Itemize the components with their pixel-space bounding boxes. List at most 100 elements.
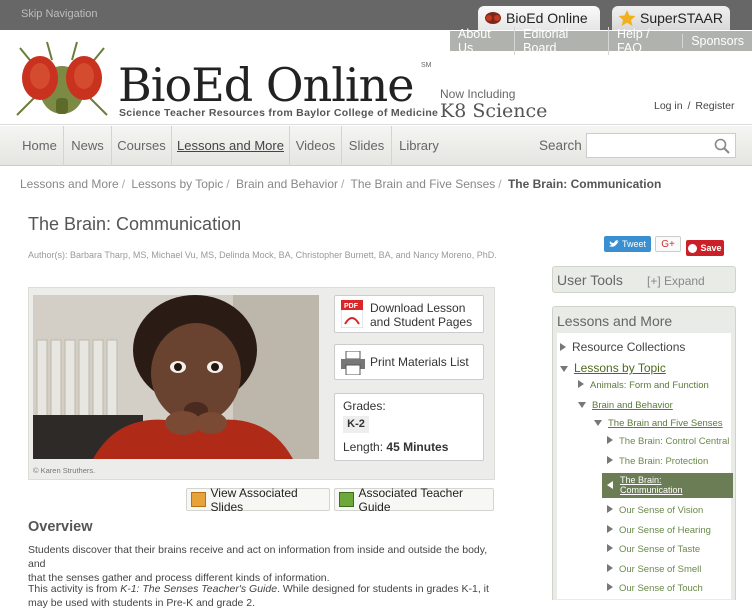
- overview-p2-pre: This activity is from: [28, 583, 121, 595]
- star-icon: [618, 10, 636, 26]
- grades-value: K-2: [343, 416, 369, 433]
- tree-item-vision[interactable]: Our Sense of Vision: [607, 505, 703, 516]
- nav-home[interactable]: Home: [16, 126, 64, 166]
- tree-item-hearing[interactable]: Our Sense of Hearing: [607, 525, 711, 536]
- brand-name[interactable]: BioEd Online: [118, 58, 414, 112]
- user-tools-heading: User Tools: [557, 272, 623, 288]
- user-tools-box: User Tools [+] Expand: [552, 266, 736, 293]
- tab-bioed-label: BioEd Online: [506, 10, 588, 26]
- skip-navigation-link[interactable]: Skip Navigation: [21, 8, 97, 20]
- arrow-left-icon: [607, 481, 613, 489]
- nav-lessons-and-more[interactable]: Lessons and More: [172, 126, 290, 166]
- tree-item-lessons-by-topic[interactable]: Lessons by Topic: [560, 361, 666, 375]
- tree-label: Brain and Behavior: [592, 400, 673, 411]
- tree-item-smell[interactable]: Our Sense of Smell: [607, 564, 701, 575]
- download-lesson-line2: and Student Pages: [370, 315, 473, 329]
- arrow-right-icon: [578, 380, 584, 388]
- register-link[interactable]: Register: [695, 100, 734, 112]
- fly-logo-icon[interactable]: [12, 40, 112, 120]
- arrow-down-icon: [578, 402, 586, 408]
- tree-item-brain-five-senses[interactable]: The Brain and Five Senses: [594, 418, 723, 429]
- overview-paragraph-2: This activity is from K-1: The Senses Te…: [28, 582, 498, 610]
- pinterest-save-button[interactable]: Save: [686, 240, 724, 256]
- now-including-label: Now Including: [440, 87, 516, 101]
- arrow-right-icon: [607, 505, 613, 513]
- slides-icon: [191, 492, 206, 507]
- search-label: Search: [539, 138, 582, 153]
- grades-label: Grades:: [343, 399, 386, 413]
- tab-superstaar-label: SuperSTAAR: [640, 10, 723, 26]
- fly-icon: [484, 10, 502, 26]
- brand-tagline: Science Teacher Resources from Baylor Co…: [119, 107, 439, 119]
- view-slides-label: View Associated Slides: [210, 485, 298, 514]
- tree-item-control-central[interactable]: The Brain: Control Central: [607, 436, 729, 447]
- overview-p2-post: . While designed for students in grades …: [277, 583, 489, 595]
- length-label: Length:: [343, 440, 384, 454]
- teacher-guide-button[interactable]: Associated Teacher Guide: [334, 486, 494, 514]
- download-lesson-button[interactable]: PDF Download Lesson and Student Pages: [334, 295, 484, 333]
- about-us-link[interactable]: About Us: [450, 27, 514, 55]
- overview-p2-line2: may be used with students in Pre-K and g…: [28, 597, 256, 609]
- print-materials-label: Print Materials List: [370, 355, 469, 369]
- tree-label: Our Sense of Taste: [619, 544, 701, 555]
- tree-item-communication-selected[interactable]: The Brain: Communication: [602, 473, 733, 498]
- lessons-and-more-heading: Lessons and More: [557, 313, 673, 329]
- photo-credit: © Karen Struthers.: [33, 466, 96, 475]
- editorial-board-link[interactable]: Editorial Board: [514, 27, 608, 55]
- tree-label: Our Sense of Hearing: [619, 525, 711, 536]
- nav-slides[interactable]: Slides: [342, 126, 392, 166]
- arrow-right-icon: [560, 343, 566, 351]
- breadcrumb-lessons-and-more[interactable]: Lessons and More: [20, 177, 119, 191]
- tree-label: The Brain: Protection: [619, 456, 709, 467]
- overview-p1-line1: Students discover that their brains rece…: [28, 544, 488, 570]
- k8-science-logo[interactable]: K8 Science: [440, 100, 547, 122]
- download-lesson-line1: Download Lesson: [370, 301, 466, 315]
- svg-text:PDF: PDF: [344, 303, 359, 310]
- view-slides-button[interactable]: View Associated Slides: [186, 485, 330, 514]
- search-icon[interactable]: [714, 138, 730, 159]
- save-label: Save: [700, 243, 722, 253]
- nav-library[interactable]: Library: [392, 126, 446, 166]
- nav-courses[interactable]: Courses: [112, 126, 172, 166]
- length-value: 45 Minutes: [386, 440, 449, 454]
- breadcrumb: Lessons and More / Lessons by Topic / Brai…: [20, 177, 662, 191]
- service-mark: SM: [421, 62, 432, 69]
- tree-item-protection[interactable]: The Brain: Protection: [607, 456, 708, 467]
- nav-videos[interactable]: Videos: [290, 126, 342, 166]
- overview-paragraph-1: Students discover that their brains rece…: [28, 543, 498, 585]
- breadcrumb-brain-five-senses[interactable]: The Brain and Five Senses: [351, 177, 496, 191]
- tweet-button[interactable]: Tweet: [604, 236, 651, 252]
- tree-label: The Brain: Control Central: [619, 436, 730, 447]
- lesson-photo: [33, 295, 319, 459]
- account-links: Log in / Register: [654, 100, 734, 112]
- login-link[interactable]: Log in: [654, 100, 683, 112]
- guide-icon: [339, 492, 354, 507]
- arrow-down-icon: [560, 366, 568, 372]
- breadcrumb-brain-and-behavior[interactable]: Brain and Behavior: [236, 177, 338, 191]
- header-links: About Us Editorial Board Help / FAQ Spon…: [450, 27, 752, 55]
- arrow-right-icon: [607, 564, 613, 572]
- tree-item-taste[interactable]: Our Sense of Taste: [607, 544, 700, 555]
- page-title: The Brain: Communication: [28, 214, 242, 234]
- tree-item-brain-behavior[interactable]: Brain and Behavior: [578, 400, 673, 411]
- tree-item-animals[interactable]: Animals: Form and Function: [578, 380, 709, 391]
- arrow-right-icon: [607, 583, 613, 591]
- arrow-right-icon: [607, 544, 613, 552]
- sponsors-link[interactable]: Sponsors: [682, 34, 752, 48]
- breadcrumb-current: The Brain: Communication: [507, 177, 662, 191]
- tree-label: Animals: Form and Function: [590, 380, 709, 391]
- arrow-right-icon: [607, 436, 613, 444]
- authors-line: Author(s): Barbara Tharp, MS, Michael Vu…: [28, 250, 497, 260]
- pdf-icon: PDF: [340, 299, 364, 329]
- tweet-label: Tweet: [621, 239, 646, 249]
- print-materials-button[interactable]: Print Materials List: [334, 344, 484, 380]
- tree-item-touch[interactable]: Our Sense of Touch: [607, 583, 703, 594]
- tree-item-resource-collections[interactable]: Resource Collections: [560, 340, 685, 354]
- google-plus-button[interactable]: G+: [655, 236, 681, 252]
- breadcrumb-lessons-by-topic[interactable]: Lessons by Topic: [131, 177, 223, 191]
- tree-label: The Brain: Communication: [620, 475, 683, 495]
- expand-toggle[interactable]: [+] Expand: [647, 274, 705, 288]
- nav-news[interactable]: News: [64, 126, 112, 166]
- overview-heading: Overview: [28, 519, 93, 535]
- help-faq-link[interactable]: Help / FAQ: [607, 27, 682, 55]
